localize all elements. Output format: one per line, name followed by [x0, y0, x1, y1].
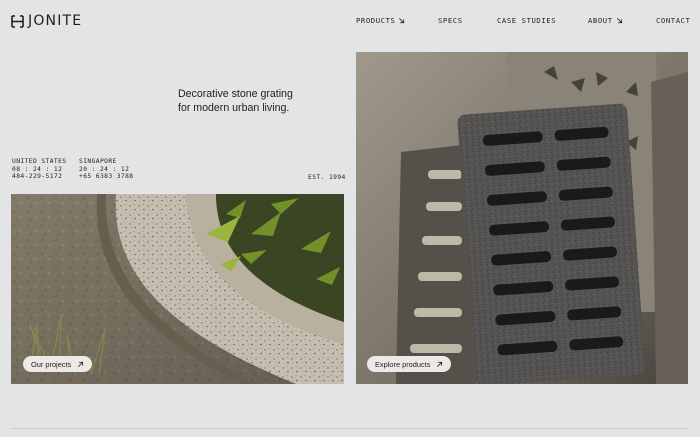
location-name: UNITED STATES: [12, 158, 67, 165]
nav-contact[interactable]: CONTACT: [656, 16, 691, 25]
our-projects-label: Our projects: [31, 359, 72, 369]
established-year: EST. 1994: [308, 174, 346, 181]
tagline-line-1: Decorative stone grating: [178, 88, 293, 100]
location-time: 20 : 24 : 12: [79, 165, 130, 173]
nav-contact-label: CONTACT: [656, 16, 691, 25]
grating-photo: [356, 52, 688, 384]
nav-case-studies-label: CASE STUDIES: [497, 16, 557, 25]
nav-about[interactable]: ABOUT: [588, 16, 623, 25]
our-projects-button[interactable]: Our projects: [23, 356, 93, 372]
nav-specs-label: SPECS: [438, 16, 463, 25]
nav-specs[interactable]: SPECS: [438, 16, 463, 25]
nav-products-label: PRODUCTS: [356, 16, 396, 25]
arrow-down-right-icon: [616, 18, 622, 24]
hero-tagline: Decorative stone grating for modern urba…: [178, 87, 318, 115]
projects-card[interactable]: Our projects: [11, 194, 344, 384]
nav-products[interactable]: PRODUCTS: [356, 16, 405, 25]
products-card[interactable]: Explore products: [356, 52, 688, 384]
location-us: UNITED STATES 08 : 24 : 12 484-229-5172: [12, 158, 66, 181]
explore-products-button[interactable]: Explore products: [367, 356, 452, 372]
footer-divider: [11, 428, 689, 429]
arrow-up-right-icon: [437, 361, 443, 367]
location-time: 08 : 24 : 12: [12, 165, 63, 173]
nav-about-label: ABOUT: [588, 16, 613, 25]
arrow-down-right-icon: [399, 18, 405, 24]
tagline-line-2: for modern urban living.: [178, 102, 290, 114]
location-phone[interactable]: +65 6383 3788: [79, 173, 133, 181]
nav-case-studies[interactable]: CASE STUDIES: [497, 16, 556, 25]
explore-products-label: Explore products: [375, 359, 431, 369]
arrow-up-right-icon: [78, 361, 84, 367]
main-nav: PRODUCTS SPECS CASE STUDIES ABOUT CONTAC…: [0, 16, 700, 28]
location-phone[interactable]: 484-229-5172: [12, 173, 66, 181]
location-name: SINGAPORE: [79, 158, 117, 165]
location-sg: SINGAPORE 20 : 24 : 12 +65 6383 3788: [79, 158, 133, 181]
